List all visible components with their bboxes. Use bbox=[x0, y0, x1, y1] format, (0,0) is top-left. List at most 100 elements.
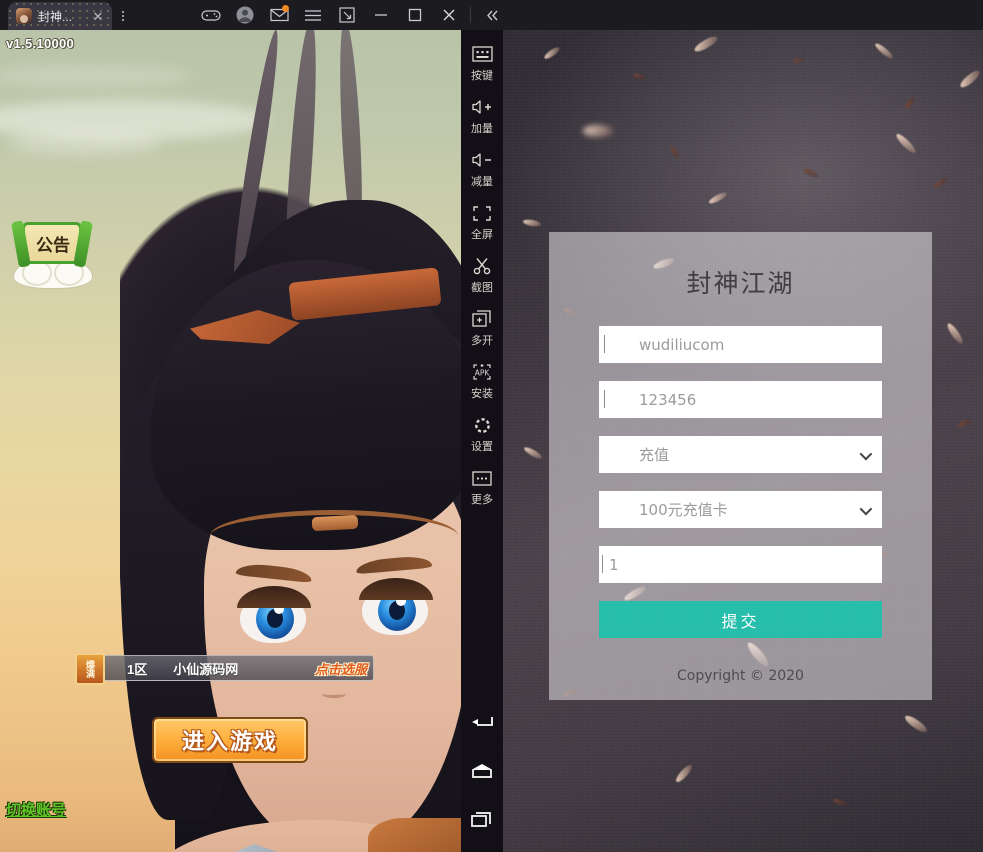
mail-badge bbox=[282, 5, 289, 12]
game-viewport[interactable]: v1.5.10000 公告 爆满 1区 小仙源码网 点击选服 进入游戏 切换账号 bbox=[0, 30, 461, 852]
username-field[interactable]: wudiliucom bbox=[599, 326, 882, 363]
sidebar-item-keyboard[interactable]: 按键 bbox=[461, 44, 503, 83]
petal-decoration bbox=[802, 166, 820, 180]
petal-decoration bbox=[632, 72, 646, 81]
petal-decoration bbox=[958, 68, 982, 90]
username-value: wudiliucom bbox=[639, 335, 725, 354]
petal-decoration bbox=[744, 640, 772, 669]
emulator-sidebar: 按键 加量 减量 全屏 截图 多开 APK 安装 设置 更多 bbox=[461, 30, 503, 852]
collapse-icon[interactable] bbox=[475, 0, 509, 30]
character-headband-gem bbox=[311, 514, 359, 532]
maximize-icon[interactable] bbox=[398, 0, 432, 30]
character-nose bbox=[322, 690, 346, 698]
server-status-badge: 爆满 bbox=[75, 653, 105, 685]
version-label: v1.5.10000 bbox=[6, 36, 75, 51]
character-armor bbox=[368, 818, 461, 852]
sidebar-label: 设置 bbox=[471, 440, 493, 453]
multi-instance-icon bbox=[472, 309, 492, 329]
password-field[interactable]: 123456 bbox=[599, 381, 882, 418]
petal-decoration bbox=[583, 125, 613, 137]
text-caret bbox=[604, 335, 605, 353]
home-icon[interactable] bbox=[467, 758, 497, 784]
sidebar-item-install-apk[interactable]: APK 安装 bbox=[461, 362, 503, 401]
server-pick-label[interactable]: 点击选服 bbox=[315, 659, 367, 678]
emulator-window: 封神... ✕ v1.5.10000 公告 爆满 1区 小仙源码网 点击选服 进… bbox=[0, 0, 983, 852]
gear-icon bbox=[473, 415, 492, 435]
sidebar-item-volume-up[interactable]: 加量 bbox=[461, 97, 503, 136]
sidebar-item-fullscreen[interactable]: 全屏 bbox=[461, 203, 503, 242]
volume-down-icon bbox=[471, 150, 493, 170]
server-selector-bar[interactable]: 爆满 1区 小仙源码网 点击选服 bbox=[75, 653, 374, 685]
petal-decoration bbox=[803, 501, 831, 527]
petal-decoration bbox=[832, 797, 848, 808]
petal-decoration bbox=[669, 145, 680, 160]
cloud-decoration bbox=[10, 130, 160, 156]
petal-decoration bbox=[652, 256, 676, 271]
close-icon[interactable]: ✕ bbox=[90, 10, 106, 23]
petal-decoration bbox=[957, 417, 973, 429]
password-value: 123456 bbox=[639, 390, 697, 409]
fullscreen-icon bbox=[472, 203, 492, 223]
petal-decoration bbox=[903, 713, 929, 735]
petal-decoration bbox=[622, 584, 648, 603]
character-eye bbox=[237, 586, 311, 643]
volume-up-icon bbox=[471, 97, 493, 117]
petal-decoration bbox=[562, 306, 577, 319]
sidebar-item-volume-down[interactable]: 减量 bbox=[461, 150, 503, 189]
card-value: 100元充值卡 bbox=[639, 501, 728, 519]
sidebar-nav-buttons bbox=[467, 710, 497, 852]
petal-decoration bbox=[522, 445, 544, 461]
keyboard-icon bbox=[471, 44, 493, 64]
sidebar-label: 多开 bbox=[471, 334, 493, 347]
minimize-icon[interactable] bbox=[364, 0, 398, 30]
sidebar-label: 更多 bbox=[471, 493, 493, 506]
back-icon[interactable] bbox=[467, 710, 497, 736]
server-name-label: 小仙源码网 bbox=[173, 661, 239, 677]
sidebar-item-more[interactable]: 更多 bbox=[461, 468, 503, 507]
card-select[interactable]: 100元充值卡 bbox=[599, 491, 882, 528]
petal-decoration bbox=[542, 45, 562, 61]
submit-button[interactable]: 提交 bbox=[599, 601, 882, 638]
quantity-field[interactable]: 1 bbox=[599, 546, 882, 583]
menu-icon[interactable] bbox=[296, 0, 330, 30]
action-select[interactable]: 充值 bbox=[599, 436, 882, 473]
sidebar-item-screenshot[interactable]: 截图 bbox=[461, 256, 503, 295]
sidebar-item-multi-instance[interactable]: 多开 bbox=[461, 309, 503, 348]
announcement-label: 公告 bbox=[36, 236, 70, 256]
sidebar-label: 按键 bbox=[471, 69, 493, 82]
window-close-icon[interactable] bbox=[432, 0, 466, 30]
switch-account-link[interactable]: 切换账号 bbox=[6, 799, 66, 820]
petal-decoration bbox=[692, 34, 720, 54]
scissors-icon bbox=[472, 256, 492, 276]
petal-decoration bbox=[932, 176, 949, 190]
petal-decoration bbox=[792, 56, 805, 65]
text-caret bbox=[602, 555, 603, 573]
game-avatar-icon bbox=[16, 8, 32, 24]
title-bar: 封神... ✕ bbox=[0, 0, 983, 30]
cloud-decoration bbox=[0, 65, 190, 87]
sidebar-label: 减量 bbox=[471, 175, 493, 188]
gamepad-icon[interactable] bbox=[194, 0, 228, 30]
petal-decoration bbox=[707, 190, 729, 206]
chevron-down-icon bbox=[859, 447, 873, 460]
chevron-down-icon bbox=[859, 502, 873, 515]
petal-decoration bbox=[873, 41, 895, 61]
sidebar-item-settings[interactable]: 设置 bbox=[461, 415, 503, 454]
announcement-icon[interactable]: 公告 bbox=[14, 222, 92, 288]
recents-icon[interactable] bbox=[467, 806, 497, 832]
enter-game-button[interactable]: 进入游戏 bbox=[152, 717, 308, 763]
sidebar-label: 加量 bbox=[471, 122, 493, 135]
resize-icon[interactable] bbox=[330, 0, 364, 30]
text-caret bbox=[604, 390, 605, 408]
quantity-value: 1 bbox=[609, 555, 619, 574]
copyright-text: Copyright © 2020 bbox=[677, 668, 804, 684]
tab-menu-icon[interactable] bbox=[112, 2, 134, 30]
petal-decoration bbox=[562, 688, 579, 698]
petal-decoration bbox=[945, 321, 965, 346]
petal-decoration bbox=[674, 762, 694, 785]
svg-text:APK: APK bbox=[475, 369, 491, 378]
account-icon[interactable] bbox=[228, 0, 262, 30]
mail-icon[interactable] bbox=[262, 0, 296, 30]
character-eye bbox=[359, 578, 433, 635]
app-tab[interactable]: 封神... ✕ bbox=[8, 2, 112, 30]
